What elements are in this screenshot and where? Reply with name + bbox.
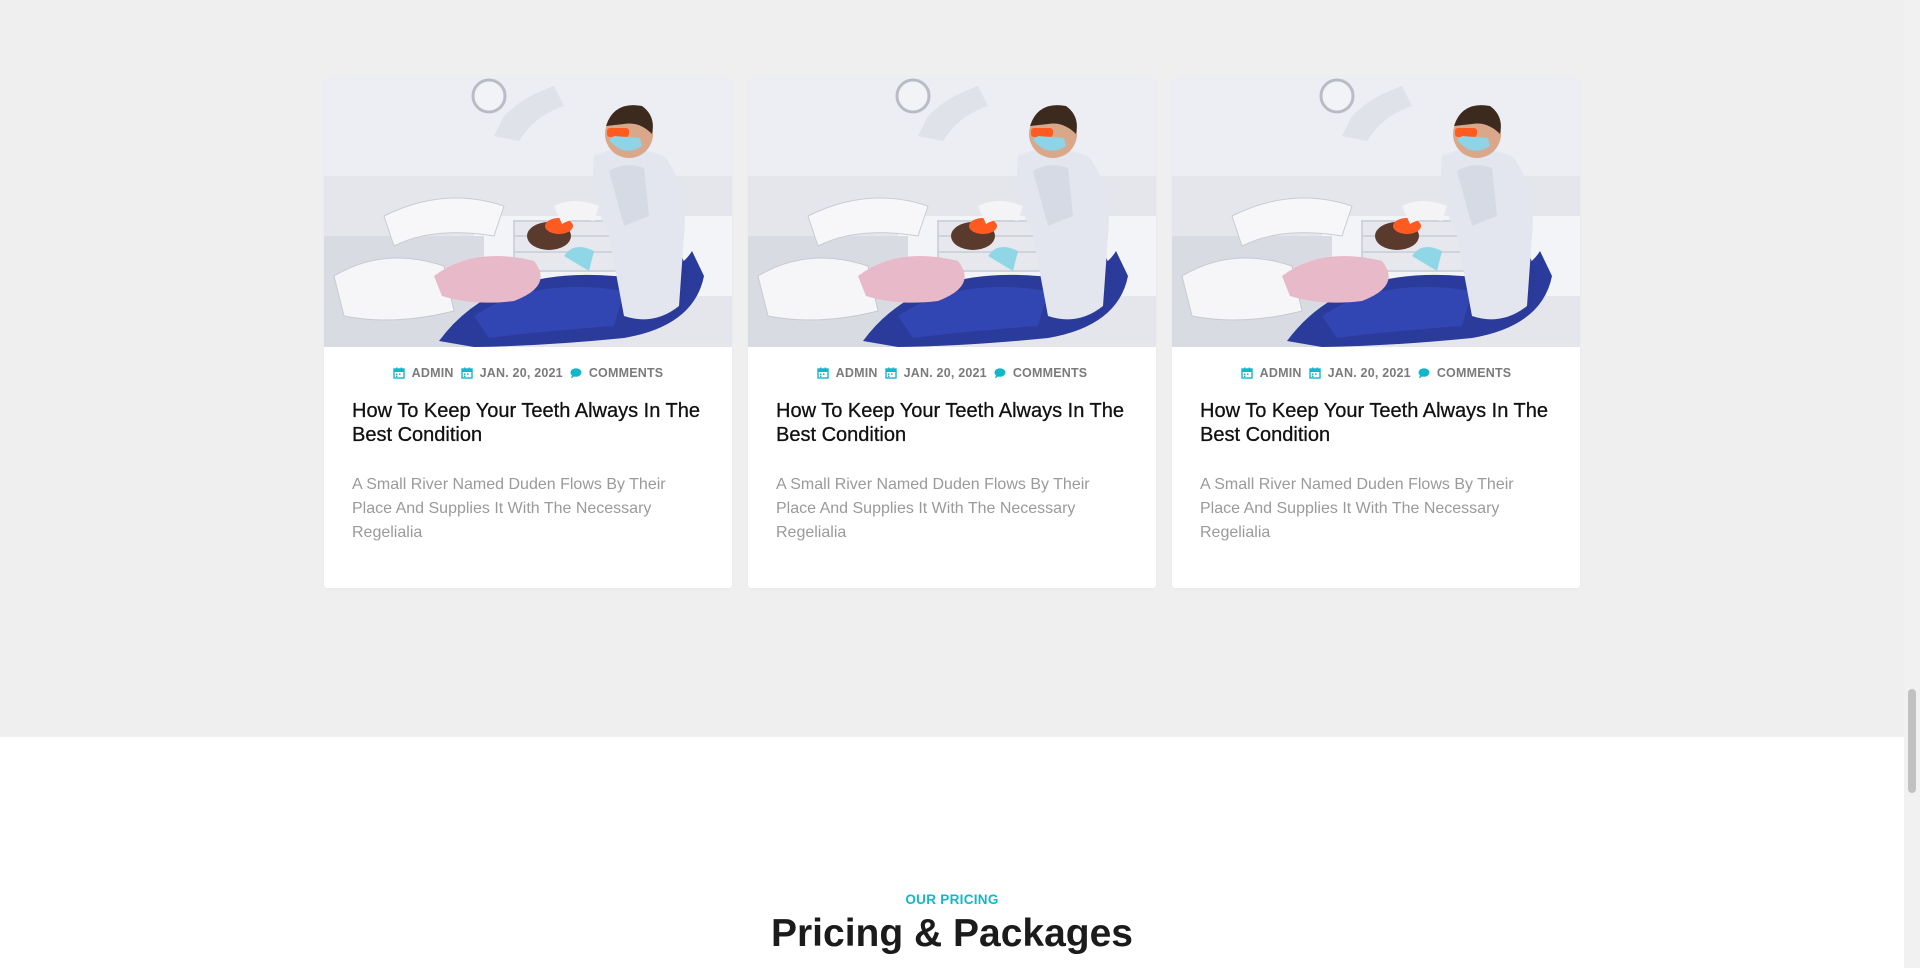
date-meta[interactable]: JAN. 20, 2021 (460, 366, 563, 380)
pricing-eyebrow: OUR PRICING (905, 892, 999, 907)
post-excerpt: A Small River Named Duden Flows By Their… (1200, 476, 1514, 541)
date-label: JAN. 20, 2021 (903, 366, 987, 380)
post-meta: ADMIN JAN. 20, 2021 COMMENTS (1172, 365, 1580, 381)
comments-meta[interactable]: COMMENTS (570, 366, 664, 380)
dentist-photo[interactable] (1172, 76, 1580, 347)
date-meta[interactable]: JAN. 20, 2021 (1308, 366, 1411, 380)
post-title[interactable]: How To Keep Your Teeth Always In The Bes… (352, 399, 705, 447)
author-meta[interactable]: ADMIN (816, 366, 878, 380)
vertical-scrollbar[interactable] (1904, 0, 1920, 968)
calendar-icon (884, 367, 897, 379)
date-label: JAN. 20, 2021 (479, 366, 563, 380)
date-label: JAN. 20, 2021 (1327, 366, 1411, 380)
blog-card[interactable]: ADMIN JAN. 20, 2021 COMMENTS How To Keep… (324, 76, 732, 588)
scrollbar-thumb[interactable] (1908, 689, 1916, 793)
post-meta: ADMIN JAN. 20, 2021 COMMENTS (324, 365, 732, 381)
post-title[interactable]: How To Keep Your Teeth Always In The Bes… (1200, 399, 1553, 447)
comments-meta[interactable]: COMMENTS (994, 366, 1088, 380)
dentist-photo[interactable] (748, 76, 1156, 347)
calendar-icon (1240, 367, 1253, 379)
comments-label: COMMENTS (1012, 366, 1088, 380)
chat-bubble-icon (994, 368, 1006, 379)
author-label: ADMIN (835, 366, 878, 380)
post-excerpt: A Small River Named Duden Flows By Their… (776, 476, 1090, 541)
post-title[interactable]: How To Keep Your Teeth Always In The Bes… (776, 399, 1129, 447)
author-meta[interactable]: ADMIN (392, 366, 454, 380)
chat-bubble-icon (570, 368, 582, 379)
calendar-icon (460, 367, 473, 379)
pricing-title: Pricing & Packages (770, 912, 1133, 955)
blog-cards: ADMIN JAN. 20, 2021 COMMENTS How To Keep… (324, 76, 1580, 588)
calendar-icon (392, 367, 405, 379)
blog-card[interactable]: ADMIN JAN. 20, 2021 COMMENTS How To Keep… (748, 76, 1156, 588)
calendar-icon (816, 367, 829, 379)
author-label: ADMIN (411, 366, 454, 380)
post-excerpt: A Small River Named Duden Flows By Their… (352, 476, 666, 541)
blog-card[interactable]: ADMIN JAN. 20, 2021 COMMENTS How To Keep… (1172, 76, 1580, 588)
date-meta[interactable]: JAN. 20, 2021 (884, 366, 987, 380)
post-meta: ADMIN JAN. 20, 2021 COMMENTS (748, 365, 1156, 381)
author-meta[interactable]: ADMIN (1240, 366, 1302, 380)
comments-label: COMMENTS (588, 366, 664, 380)
calendar-icon (1308, 367, 1321, 379)
dentist-photo[interactable] (324, 76, 732, 347)
comments-label: COMMENTS (1436, 366, 1512, 380)
chat-bubble-icon (1418, 368, 1430, 379)
author-label: ADMIN (1259, 366, 1302, 380)
blog-section: ADMIN JAN. 20, 2021 COMMENTS How To Keep… (0, 0, 1904, 737)
comments-meta[interactable]: COMMENTS (1418, 366, 1512, 380)
